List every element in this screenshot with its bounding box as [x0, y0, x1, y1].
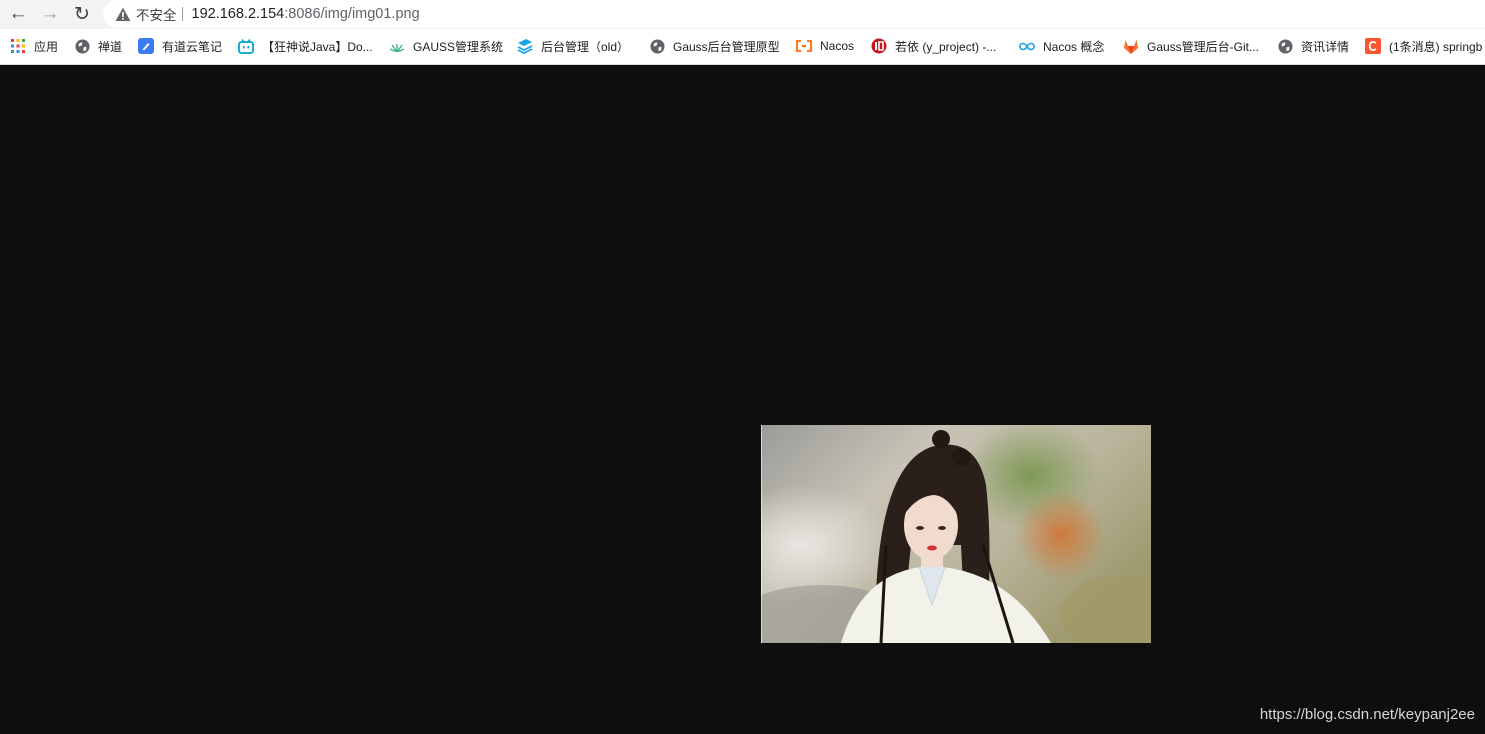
- reload-button[interactable]: ↻: [69, 2, 95, 26]
- bookmark-label: 若依 (y_project) -...: [895, 39, 997, 54]
- bookmark-news-detail[interactable]: 资讯详情: [1277, 37, 1349, 55]
- bookmark-label: 资讯详情: [1301, 39, 1350, 54]
- omnibox-divider: [181, 7, 183, 21]
- infinity-icon: [1019, 38, 1035, 54]
- displayed-image[interactable]: [761, 425, 1151, 643]
- warning-icon[interactable]: [114, 5, 132, 23]
- ruoyi-icon: [871, 38, 887, 54]
- gitlab-icon: [1123, 38, 1139, 54]
- gauss-leaf-icon: [389, 38, 405, 54]
- bookmark-label: (1条消息) springb: [1389, 39, 1483, 54]
- bookmark-label: Gauss后台管理原型: [673, 39, 780, 54]
- apps-grid-icon: [10, 38, 26, 54]
- bookmark-label: Gauss管理后台-Git...: [1147, 39, 1260, 54]
- bookmark-nacos-concept[interactable]: Nacos 概念: [1019, 37, 1104, 55]
- forward-button[interactable]: →: [37, 2, 63, 26]
- bookmark-gauss-gitlab[interactable]: Gauss管理后台-Git...: [1123, 37, 1259, 55]
- watermark-text: https://blog.csdn.net/keypanj2ee: [1259, 706, 1475, 723]
- csdn-icon: [1365, 38, 1381, 54]
- bookmark-gauss-prototype[interactable]: Gauss后台管理原型: [649, 37, 780, 55]
- reload-icon: ↻: [74, 3, 90, 25]
- bookmarks-bar: 应用 禅道 有道云笔记 【狂神说Java】Do... GAUSS管理系统 后台管…: [0, 29, 1485, 65]
- bookmark-label: 应用: [34, 39, 59, 54]
- bookmark-label: Nacos: [820, 39, 855, 53]
- bookmark-csdn[interactable]: (1条消息) springb: [1365, 37, 1482, 55]
- nacos-icon: [796, 38, 812, 54]
- url-text[interactable]: 192.168.2.154:8086/img/img01.png: [192, 6, 420, 22]
- browser-toolbar: ← → ↻ 不安全 192.168.2.154:8086/img/img01.p…: [0, 0, 1485, 29]
- globe-icon: [649, 38, 665, 54]
- page-content: https://blog.csdn.net/keypanj2ee: [0, 65, 1485, 734]
- back-arrow-icon: ←: [8, 3, 28, 24]
- bookmark-kuangshen[interactable]: 【狂神说Java】Do...: [238, 37, 373, 55]
- bookmark-label: Nacos 概念: [1043, 39, 1105, 54]
- url-path: :8086/img/img01.png: [284, 6, 420, 22]
- globe-icon: [1277, 38, 1293, 54]
- bookmark-nacos[interactable]: Nacos: [796, 37, 854, 55]
- bookmark-admin-old[interactable]: 后台管理（old）: [517, 37, 629, 55]
- bookmark-apps[interactable]: 应用: [10, 37, 58, 55]
- security-label[interactable]: 不安全: [136, 4, 177, 24]
- bookmark-ruoyi[interactable]: 若依 (y_project) -...: [871, 37, 996, 55]
- bookmark-label: 禅道: [98, 39, 123, 54]
- forward-arrow-icon: →: [40, 3, 60, 24]
- address-bar[interactable]: 不安全 192.168.2.154:8086/img/img01.png: [103, 0, 1485, 28]
- bookmark-chandao[interactable]: 禅道: [74, 37, 122, 55]
- globe-icon: [74, 38, 90, 54]
- bookmark-label: 后台管理（old）: [541, 39, 630, 54]
- url-host: 192.168.2.154: [191, 6, 285, 22]
- layers-icon: [517, 38, 533, 54]
- bookmark-gauss-system[interactable]: GAUSS管理系统: [389, 37, 503, 55]
- youdao-note-icon: [138, 38, 154, 54]
- back-button[interactable]: ←: [5, 2, 31, 26]
- bookmark-label: GAUSS管理系统: [413, 39, 504, 54]
- bookmark-label: 【狂神说Java】Do...: [262, 39, 373, 54]
- bilibili-icon: [238, 38, 254, 54]
- bookmark-youdao[interactable]: 有道云笔记: [138, 37, 222, 55]
- bookmark-label: 有道云笔记: [162, 39, 223, 54]
